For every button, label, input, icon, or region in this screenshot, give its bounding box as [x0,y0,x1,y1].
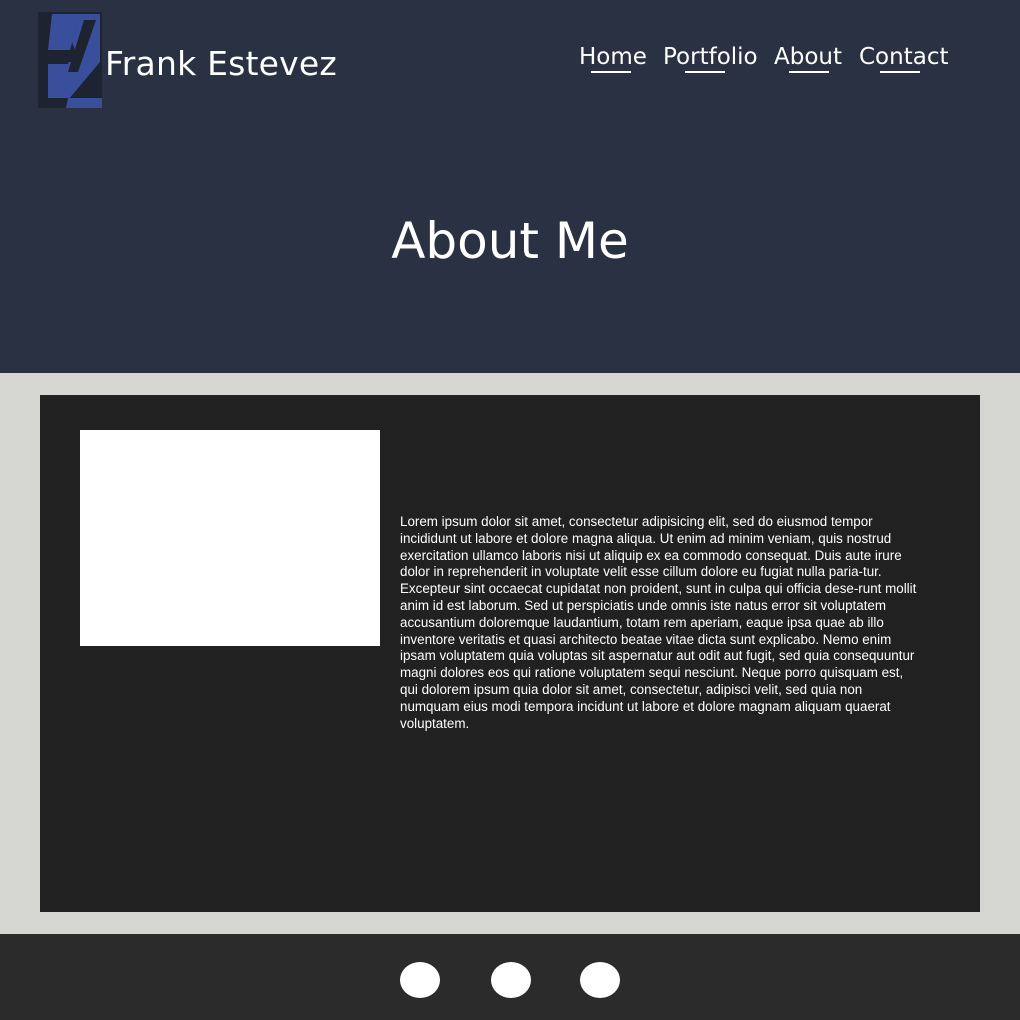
page-title: About Me [391,212,629,270]
social-icon-1[interactable] [400,962,440,998]
nav-home-underline [591,71,631,73]
bio-text: Lorem ipsum dolor sit amet, consectetur … [400,514,917,731]
nav-about-label: About [774,44,843,70]
nav-portfolio-label: Portfolio [663,44,758,70]
nav-home-link[interactable]: Home [579,44,647,73]
nav-about-link[interactable]: About [774,44,843,73]
social-icon-2[interactable] [491,962,531,998]
site-header: Frank Estevez Home Portfolio About Conta… [0,0,1020,373]
profile-photo-placeholder [80,430,380,646]
about-content-panel: Lorem ipsum dolor sit amet, consectetur … [40,395,980,912]
nav-contact-label: Contact [859,44,949,70]
social-icon-3[interactable] [580,962,620,998]
main-nav: Home Portfolio About Contact [0,44,1020,84]
nav-portfolio-underline [685,71,725,73]
nav-portfolio-link[interactable]: Portfolio [663,44,758,73]
nav-contact-link[interactable]: Contact [859,44,949,73]
nav-home-label: Home [579,44,647,70]
nav-contact-underline [880,71,920,73]
site-footer [0,934,1020,1020]
nav-about-underline [789,71,829,73]
